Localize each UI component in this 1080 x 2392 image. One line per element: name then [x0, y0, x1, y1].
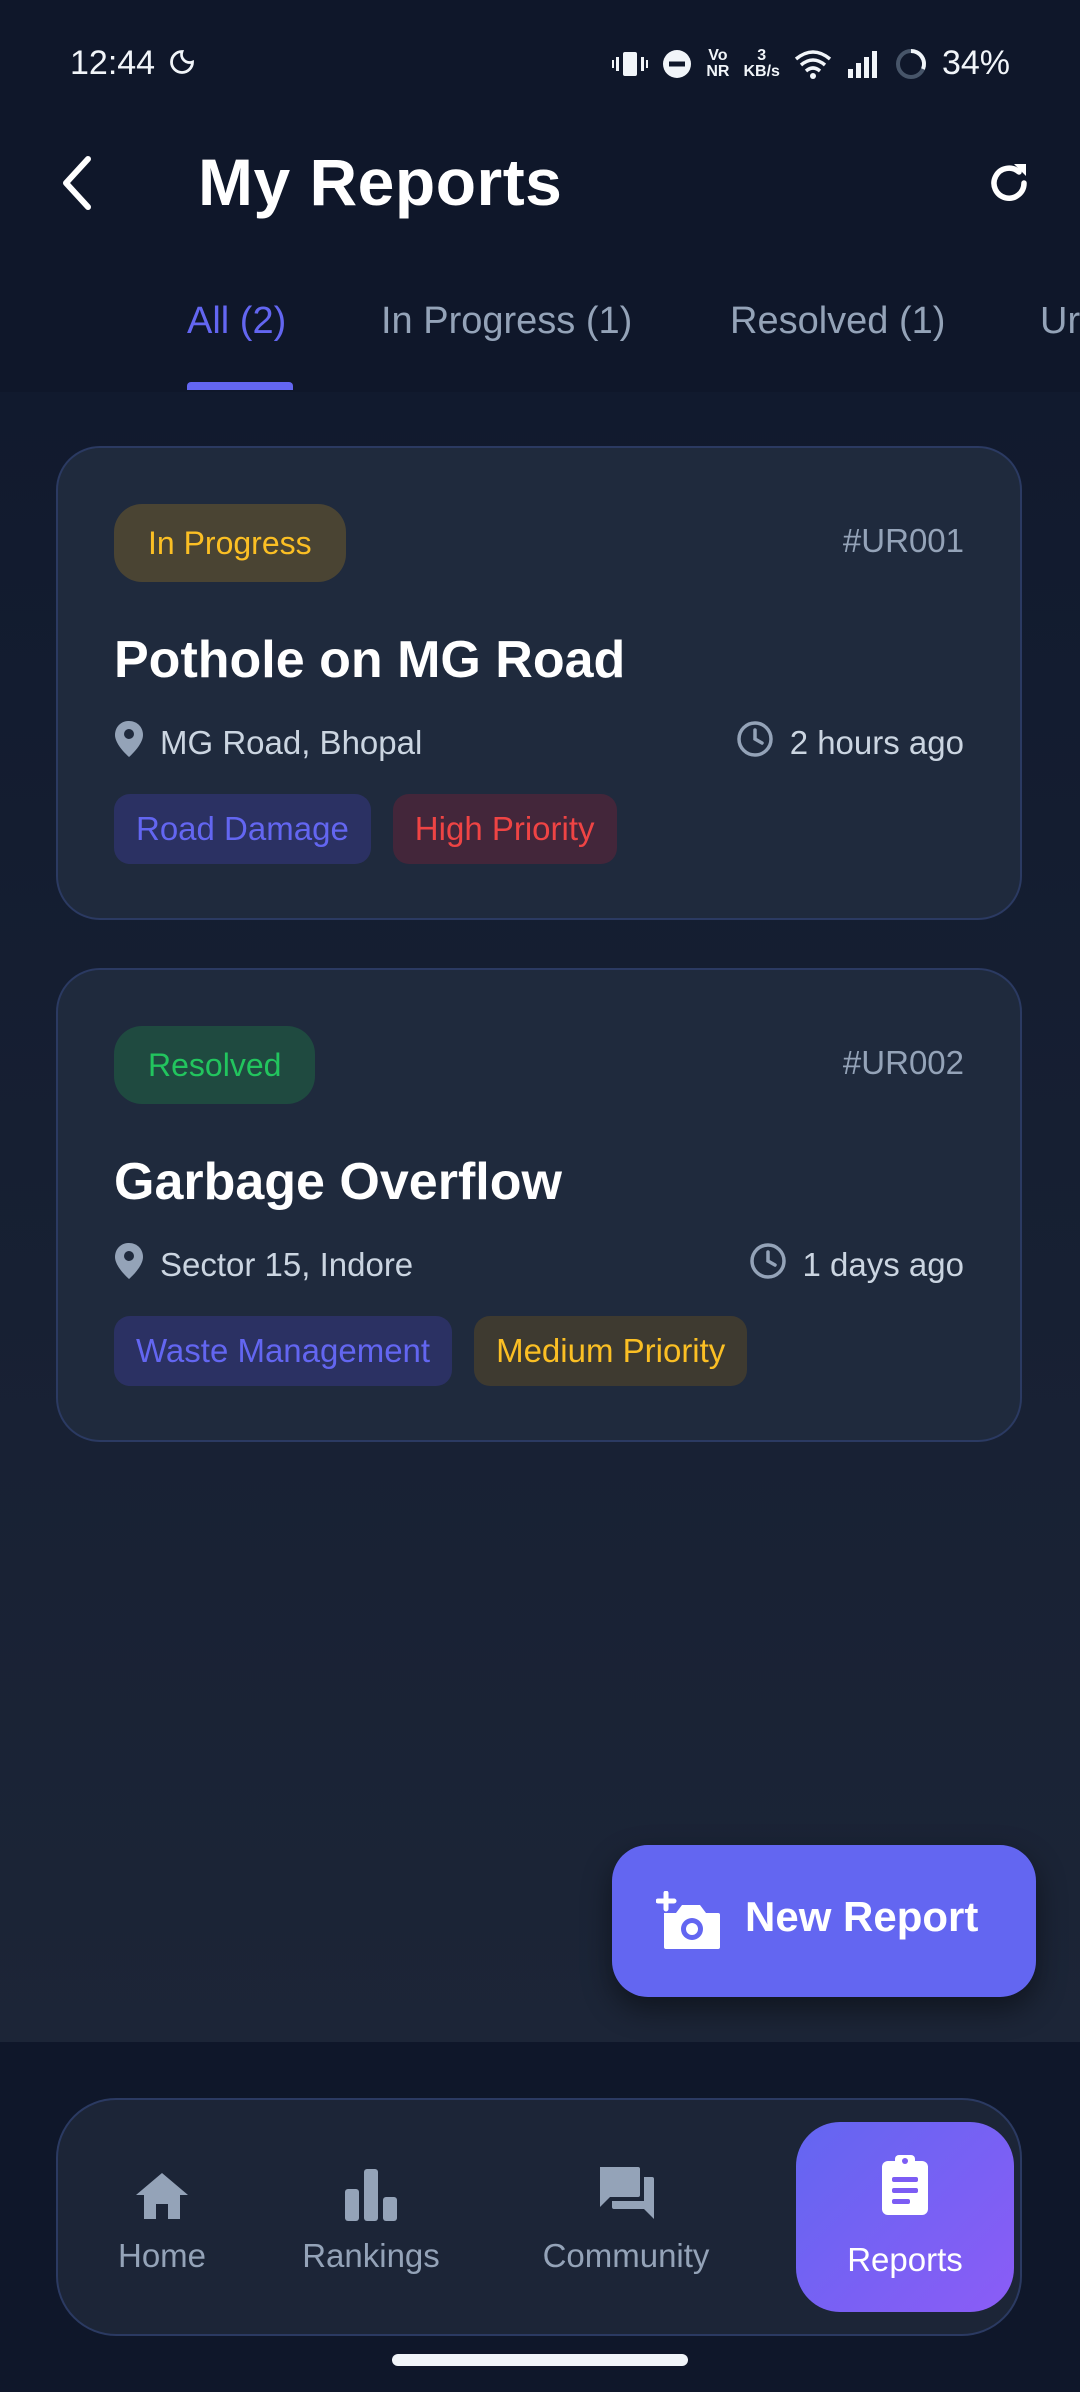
clipboard-icon [880, 2155, 930, 2225]
nav-community[interactable]: Community [476, 2100, 776, 2334]
clock-icon [749, 1242, 787, 1288]
chat-bubbles-icon [596, 2159, 656, 2221]
active-tab-indicator [187, 382, 293, 390]
time-text: 2 hours ago [789, 724, 964, 761]
volte-top: Vo [708, 46, 728, 64]
page-title: My Reports [198, 145, 563, 219]
location-text: MG Road, Bhopal [160, 724, 423, 761]
do-not-disturb-icon [662, 49, 692, 79]
report-location: Sector 15, Indore [114, 1242, 413, 1288]
refresh-icon [984, 158, 1034, 213]
refresh-button[interactable] [974, 150, 1044, 220]
nav-rankings-label: Rankings [302, 2237, 440, 2274]
report-card[interactable]: Resolved #UR002 Garbage Overflow Sector … [56, 968, 1022, 1442]
report-id: #UR002 [842, 1044, 964, 1081]
bottom-navigation: Home Rankings Community Reports [56, 2098, 1022, 2336]
nav-home-label: Home [117, 2237, 207, 2274]
location-pin-icon [114, 1242, 144, 1288]
time-text: 1 days ago [802, 1246, 964, 1283]
back-button[interactable] [48, 150, 108, 220]
clock-icon [736, 720, 774, 766]
category-tag: Road Damage [114, 794, 371, 864]
new-report-button[interactable]: New Report [612, 1845, 1036, 1997]
nav-home[interactable]: Home [58, 2100, 266, 2334]
network-speed-unit: KB/s [743, 62, 780, 80]
tag-list: Road Damage High Priority [114, 794, 617, 864]
home-icon [134, 2159, 190, 2221]
status-badge: Resolved [114, 1026, 316, 1104]
nav-community-label: Community [542, 2237, 710, 2274]
network-speed: 3 KB/s [743, 46, 780, 80]
battery-percent: 34% [941, 44, 1010, 82]
nav-reports[interactable]: Reports [796, 2122, 1014, 2312]
volte-bottom: NR [706, 62, 730, 80]
battery-ring-icon [894, 47, 928, 81]
report-id: #UR001 [842, 522, 964, 559]
status-time: 12:44 [70, 44, 156, 82]
tag-list: Waste Management Medium Priority [114, 1316, 748, 1386]
report-time: 2 hours ago [736, 720, 964, 766]
tab-resolved[interactable]: Resolved (1) [730, 300, 945, 343]
report-title: Garbage Overflow [114, 1153, 562, 1211]
priority-tag: Medium Priority [474, 1316, 748, 1386]
network-speed-value: 3 [757, 46, 767, 64]
category-tag: Waste Management [114, 1316, 453, 1386]
moon-icon [168, 48, 196, 81]
location-text: Sector 15, Indore [160, 1246, 414, 1283]
nav-reports-label: Reports [847, 2241, 963, 2278]
app-bar: My Reports [0, 130, 1080, 240]
report-time: 1 days ago [749, 1242, 964, 1288]
wifi-icon [794, 49, 832, 79]
status-badge: In Progress [114, 504, 346, 582]
report-location: MG Road, Bhopal [114, 720, 422, 766]
nav-rankings[interactable]: Rankings [266, 2100, 476, 2334]
signal-icon [846, 49, 880, 79]
status-icons: Vo NR 3 KB/s 34% [612, 44, 1010, 83]
volte-indicator: Vo NR [706, 46, 730, 80]
tab-unresolved[interactable]: Ur [1040, 300, 1080, 343]
report-card[interactable]: In Progress #UR001 Pothole on MG Road MG… [56, 446, 1022, 920]
priority-tag: High Priority [392, 794, 617, 864]
home-indicator[interactable] [392, 2354, 688, 2366]
new-report-label: New Report [745, 1893, 979, 1940]
report-title: Pothole on MG Road [114, 631, 626, 689]
filter-tabs: All (2) In Progress (1) Resolved (1) Ur [0, 270, 1080, 395]
location-pin-icon [114, 720, 144, 766]
add-camera-icon [655, 1890, 722, 1956]
chevron-left-icon [58, 155, 98, 216]
tab-in-progress[interactable]: In Progress (1) [381, 300, 632, 343]
tab-all[interactable]: All (2) [187, 300, 286, 343]
status-bar: 12:44 Vo NR 3 KB/s 34% [0, 0, 1080, 130]
bar-chart-icon [343, 2159, 399, 2221]
vibrate-icon [612, 49, 649, 79]
